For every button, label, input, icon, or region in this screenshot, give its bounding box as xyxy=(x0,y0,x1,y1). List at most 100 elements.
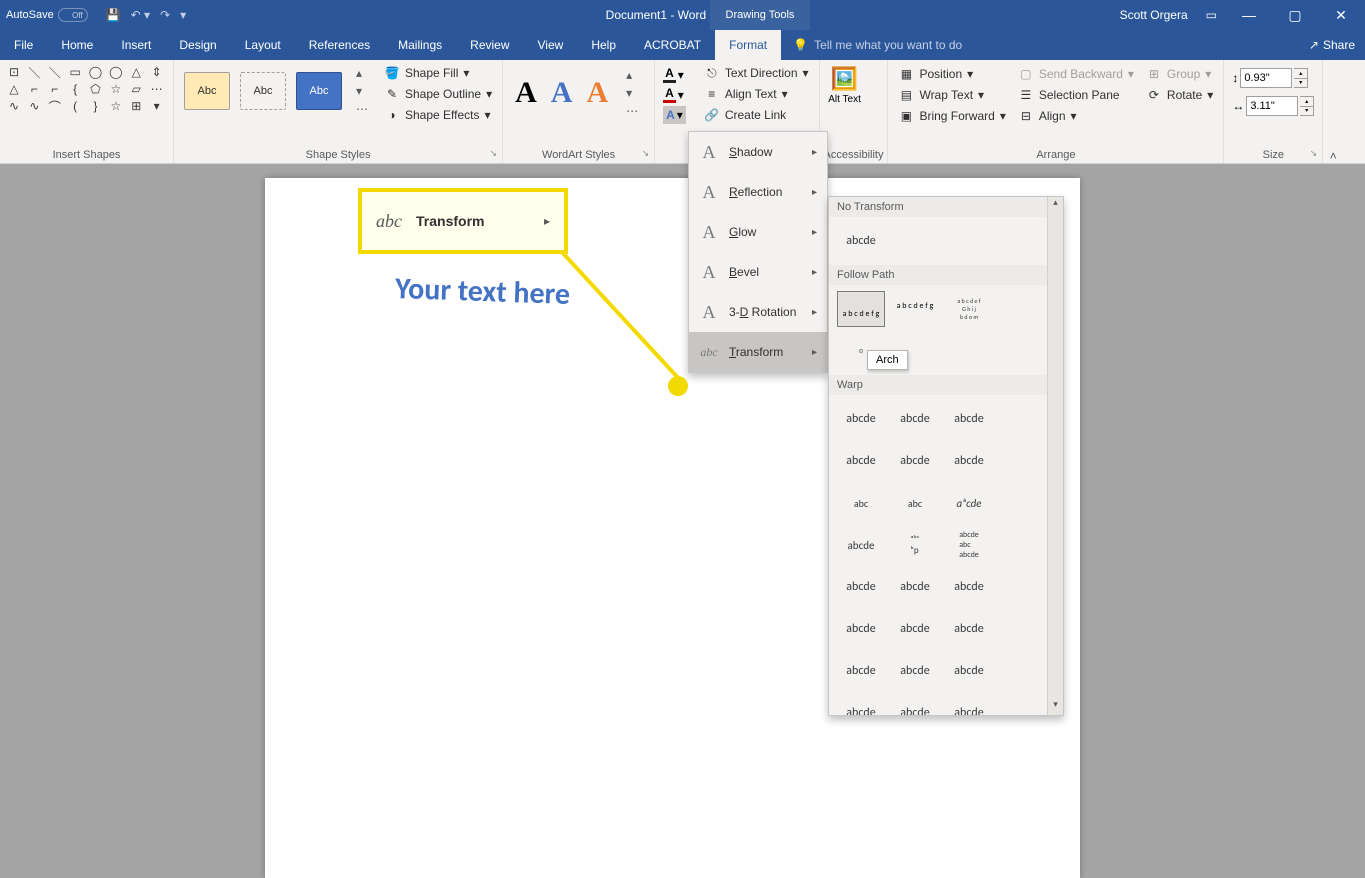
svg-text:a b c d e f g: a b c d e f g xyxy=(897,301,934,311)
height-icon: ↕ xyxy=(1232,71,1238,85)
warp-17[interactable]: abcde xyxy=(891,611,939,647)
transform-arch-down[interactable]: a b c d e f g xyxy=(891,291,939,327)
dd-3d-rotation[interactable]: A3-D Rotation▸ xyxy=(689,292,827,332)
title-bar: AutoSave Off 💾 ↶ ▾ ↷ ▾ Document1 - Word … xyxy=(0,0,1365,30)
autosave-toggle[interactable]: AutoSave Off xyxy=(6,8,88,22)
alt-text-button[interactable]: 🖼️ Alt Text xyxy=(824,62,866,109)
close-button[interactable]: ✕ xyxy=(1327,7,1355,24)
warp-10[interactable]: abcde xyxy=(837,527,885,563)
shape-effects-button[interactable]: ◑Shape Effects ▾ xyxy=(382,106,494,124)
menu-help[interactable]: Help xyxy=(577,30,630,60)
position-icon: ▦ xyxy=(898,66,914,82)
align-icon: ⊟ xyxy=(1018,108,1034,124)
warp-22[interactable]: abcde xyxy=(837,695,885,715)
warp-14[interactable]: abcde xyxy=(891,569,939,605)
menu-view[interactable]: View xyxy=(524,30,578,60)
warp-6[interactable]: abcde xyxy=(945,443,993,479)
warp-12[interactable]: abcdeabcabcde xyxy=(945,527,993,563)
text-direction-button[interactable]: ⎋Text Direction ▾ xyxy=(702,64,811,82)
menu-mailings[interactable]: Mailings xyxy=(384,30,456,60)
warp-18[interactable]: abcde xyxy=(945,611,993,647)
menu-home[interactable]: Home xyxy=(47,30,107,60)
share-button[interactable]: ↗ Share xyxy=(1309,38,1355,52)
width-field[interactable]: ↔ ▴▾ xyxy=(1232,96,1314,116)
bring-forward-button[interactable]: ▣Bring Forward ▾ xyxy=(896,107,1007,125)
warp-5[interactable]: abcde xyxy=(891,443,939,479)
align-button[interactable]: ⊟Align ▾ xyxy=(1016,107,1136,125)
warp-11[interactable]: ᵃᵇᶜᵇp xyxy=(891,527,939,563)
collapse-ribbon-button[interactable]: ˄ xyxy=(1323,60,1343,163)
dd-reflection[interactable]: AReflection▸ xyxy=(689,172,827,212)
tell-me-search[interactable]: 💡 Tell me what you want to do xyxy=(793,38,962,52)
warp-23[interactable]: abcde xyxy=(891,695,939,715)
transform-none[interactable]: abcde xyxy=(837,223,885,259)
warp-21[interactable]: abcde xyxy=(945,653,993,689)
menu-review[interactable]: Review xyxy=(456,30,523,60)
menu-file[interactable]: File xyxy=(0,30,47,60)
text-fill-button[interactable]: A ▾ xyxy=(663,66,686,83)
align-text-icon: ≡ xyxy=(704,86,720,102)
ribbon-display-icon[interactable]: ▭ xyxy=(1206,8,1217,22)
dialog-launcher-size[interactable]: ↘ xyxy=(1310,148,1318,159)
wrap-text-button[interactable]: ▤Wrap Text ▾ xyxy=(896,86,1007,104)
warp-9[interactable]: aᵇcde xyxy=(945,485,993,521)
text-effects-button[interactable]: A ▾ xyxy=(663,106,686,124)
transform-circle[interactable]: a b c d e fG h i jb d o m xyxy=(945,291,993,327)
warp-13[interactable]: abcde xyxy=(837,569,885,605)
warp-2[interactable]: abcde xyxy=(891,401,939,437)
menu-insert[interactable]: Insert xyxy=(107,30,165,60)
shapes-gallery[interactable]: ⊡＼＼▭◯◯△⇕ △⌐⌐{⬠☆▱⋯ ∿∿⌒(}☆⊞▾ xyxy=(4,62,169,116)
dialog-launcher-wordart[interactable]: ↘ xyxy=(642,148,650,159)
create-link-button[interactable]: 🔗Create Link xyxy=(702,106,811,124)
menu-layout[interactable]: Layout xyxy=(231,30,295,60)
section-follow-path: Follow Path xyxy=(829,265,1047,285)
minimize-button[interactable]: — xyxy=(1235,7,1263,23)
align-text-button[interactable]: ≡Align Text ▾ xyxy=(702,85,811,103)
position-button[interactable]: ▦Position ▾ xyxy=(896,65,1007,83)
send-backward-button[interactable]: ▢Send Backward ▾ xyxy=(1016,65,1136,83)
tooltip-arch: Arch xyxy=(867,350,908,370)
warp-8[interactable]: abc xyxy=(891,485,939,521)
wordart-gallery[interactable]: A A A ▴▾⋯ xyxy=(507,62,650,124)
warp-20[interactable]: abcde xyxy=(891,653,939,689)
undo-icon[interactable]: ↶ ▾ xyxy=(131,8,150,22)
warp-3[interactable]: abcde xyxy=(945,401,993,437)
warp-7[interactable]: abc xyxy=(837,485,885,521)
menu-acrobat[interactable]: ACROBAT xyxy=(630,30,715,60)
warp-4[interactable]: abcde xyxy=(837,443,885,479)
warp-1[interactable]: abcde xyxy=(837,401,885,437)
warp-16[interactable]: abcde xyxy=(837,611,885,647)
save-icon[interactable]: 💾 xyxy=(106,8,121,22)
warp-15[interactable]: abcde xyxy=(945,569,993,605)
dd-bevel[interactable]: ABevel▸ xyxy=(689,252,827,292)
selection-pane-button[interactable]: ☰Selection Pane xyxy=(1016,86,1136,104)
text-outline-button[interactable]: A ▾ xyxy=(663,86,686,103)
shape-styles-gallery[interactable]: Abc Abc Abc ▴▾⋯ xyxy=(178,62,378,120)
menu-design[interactable]: Design xyxy=(165,30,230,60)
shape-fill-button[interactable]: 🪣Shape Fill ▾ xyxy=(382,64,494,82)
wordart-text[interactable]: Your text here xyxy=(394,270,570,313)
maximize-button[interactable]: ▢ xyxy=(1281,7,1309,24)
bevel-a-icon: A xyxy=(699,262,719,282)
redo-icon[interactable]: ↷ xyxy=(160,8,170,22)
menu-format[interactable]: Format xyxy=(715,30,781,60)
transform-scrollbar[interactable]: ▴ ▾ xyxy=(1047,197,1063,715)
dd-transform[interactable]: abcTransform▸ xyxy=(689,332,827,372)
rotate-button[interactable]: ⟳Rotate ▾ xyxy=(1144,86,1215,104)
height-field[interactable]: ↕ ▴▾ xyxy=(1232,68,1314,88)
shape-outline-button[interactable]: ✎Shape Outline ▾ xyxy=(382,85,494,103)
warp-19[interactable]: abcde xyxy=(837,653,885,689)
group-insert-shapes: Insert Shapes xyxy=(4,147,169,163)
dd-glow[interactable]: AGlow▸ xyxy=(689,212,827,252)
backward-icon: ▢ xyxy=(1018,66,1034,82)
pencil-icon: ✎ xyxy=(384,86,400,102)
warp-24[interactable]: abcde xyxy=(945,695,993,715)
dd-shadow[interactable]: ASShadowhadow▸ xyxy=(689,132,827,172)
group-shape-styles: Shape Styles xyxy=(178,147,498,163)
dialog-launcher-shape-styles[interactable]: ↘ xyxy=(490,148,498,159)
menu-references[interactable]: References xyxy=(295,30,384,60)
group-button[interactable]: ⊞Group ▾ xyxy=(1144,65,1215,83)
transform-arch[interactable]: a b c d e f g xyxy=(837,291,885,327)
qat-customize-icon[interactable]: ▾ xyxy=(180,8,186,22)
user-name[interactable]: Scott Orgera xyxy=(1120,8,1188,22)
